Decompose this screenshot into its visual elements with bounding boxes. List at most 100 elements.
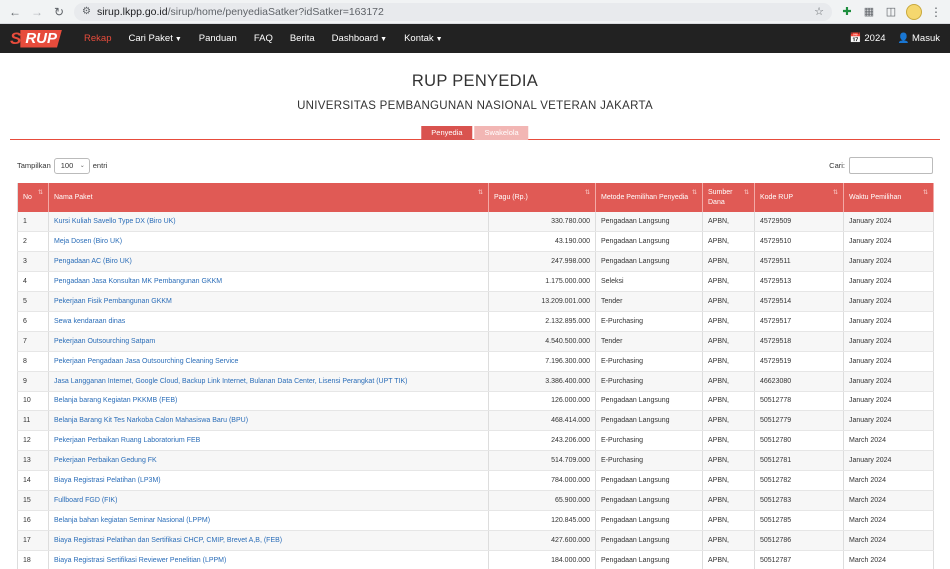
table-row: 13 Pekerjaan Perbaikan Gedung FK 514.709.0… [17,450,934,472]
header-kode-rup[interactable]: Kode RUP ⇅ [754,183,844,212]
cell-sumber-dana: APBN, [702,510,755,531]
cell-kode-rup: 45729510 [754,231,844,253]
cell-sumber-dana: APBN, [702,450,755,472]
sort-icon: ⇅ [832,190,838,196]
cell-nama-paket[interactable]: Kursi Kuliah Savello Type DX (Biro UK) [48,212,489,233]
cell-nama-paket[interactable]: Biaya Registrasi Pelatihan dan Sertifika… [48,530,489,551]
forward-icon[interactable]: → [30,5,44,19]
cell-nama-paket[interactable]: Biaya Registrasi Pelatihan (LP3M) [48,470,489,491]
header-nama-paket[interactable]: Nama Paket ⇅ [48,183,489,212]
caret-down-icon: ▼ [380,36,388,43]
cell-nama-paket[interactable]: Pekerjaan Fisik Pembangunan GKKM [48,291,489,312]
tab-penyedia[interactable]: Penyedia [421,126,473,140]
sirup-logo[interactable]: S RUP [10,29,63,49]
header-pagu[interactable]: Pagu (Rp.) ⇅ [488,183,596,212]
menu-faq[interactable]: FAQ [254,33,273,44]
cell-pagu: 7.196.300.000 [488,351,596,372]
cell-waktu: January 2024 [843,251,934,273]
entries-select[interactable]: 100 ⌄ [53,157,90,174]
table-wrapper: No ⇅ Nama Paket ⇅ Pagu (Rp.) ⇅ Metode Pemil… [17,183,934,569]
table-row: 4 Pengadaan Jasa Konsultan MK Pembangunan… [17,271,934,293]
cell-pagu: 184.000.000 [488,550,596,569]
site-info-icon[interactable]: ⚙ [82,6,91,17]
menu-rekap[interactable]: Rekap [84,33,111,44]
cell-sumber-dana: APBN, [702,470,755,491]
cell-sumber-dana: APBN, [702,231,755,253]
cell-nama-paket[interactable]: Belanja barang Kegiatan PKKMB (FEB) [48,391,489,412]
menu-kontak[interactable]: Kontak ▼ [404,33,443,44]
cell-kode-rup: 46623080 [754,371,844,392]
address-bar[interactable]: ⚙ sirup.lkpp.go.id/sirup/home/penyediaSa… [74,2,832,21]
browser-menu-icon[interactable]: ⋮ [930,5,942,19]
main-menu: Rekap Cari Paket ▼ Panduan FAQ Berita Das… [84,33,443,44]
cell-nama-paket[interactable]: Belanja bahan kegiatan Seminar Nasional … [48,510,489,531]
menu-cari-paket[interactable]: Cari Paket ▼ [128,33,181,44]
cell-metode: Pengadaan Langsung [595,212,703,233]
entries-label: entri [92,161,108,170]
cell-pagu: 427.600.000 [488,530,596,551]
year-selector[interactable]: 📅 2024 [850,33,886,44]
cell-metode: E-Purchasing [595,450,703,472]
search-control: Cari: [829,157,933,174]
cell-nama-paket[interactable]: Sewa kendaraan dinas [48,311,489,332]
cell-kode-rup: 45729509 [754,212,844,233]
cell-metode: Pengadaan Langsung [595,231,703,253]
tab-swakelola[interactable]: Swakelola [474,126,529,140]
menu-dashboard[interactable]: Dashboard ▼ [332,33,387,44]
cell-no: 6 [17,311,49,332]
cell-pagu: 243.206.000 [488,430,596,452]
cell-pagu: 247.998.000 [488,251,596,273]
header-waktu[interactable]: Waktu Pemilihan ⇅ [843,183,934,212]
cell-nama-paket[interactable]: Meja Dosen (Biro UK) [48,231,489,253]
table-row: 18 Biaya Registrasi Sertifikasi Reviewer … [17,550,934,569]
table-row: 6 Sewa kendaraan dinas 2.132.895.000 E-Purc… [17,311,934,332]
cell-no: 10 [17,391,49,412]
entries-control: Tampilkan 100 ⌄ entri [17,157,108,174]
navbar-right: 📅 2024 👤 Masuk [850,33,940,44]
cell-no: 2 [17,231,49,253]
header-metode[interactable]: Metode Pemilihan Penyedia ⇅ [595,183,703,212]
cell-nama-paket[interactable]: Fullboard FGD (FIK) [48,490,489,511]
menu-panduan[interactable]: Panduan [199,33,237,44]
back-icon[interactable]: ← [8,5,22,19]
extension-icon[interactable]: ✚ [840,5,854,19]
sort-icon: ⇅ [477,190,483,196]
cell-no: 4 [17,271,49,293]
cell-nama-paket[interactable]: Pekerjaan Perbaikan Gedung FK [48,450,489,472]
cell-kode-rup: 45729514 [754,291,844,312]
cell-metode: E-Purchasing [595,371,703,392]
table-row: 7 Pekerjaan Outsourching Satpam 4.540.500.… [17,331,934,352]
page-subtitle: UNIVERSITAS PEMBANGUNAN NASIONAL VETERAN… [297,100,653,112]
cell-waktu: January 2024 [843,291,934,312]
site-navbar: S RUP Rekap Cari Paket ▼ Panduan FAQ Beri… [0,24,950,53]
cell-metode: Pengadaan Langsung [595,490,703,511]
cell-nama-paket[interactable]: Pekerjaan Pengadaan Jasa Outsourching Cl… [48,351,489,372]
cell-nama-paket[interactable]: Jasa Langganan Internet, Google Cloud, B… [48,371,489,392]
cell-kode-rup: 50512787 [754,550,844,569]
cell-nama-paket[interactable]: Pengadaan Jasa Konsultan MK Pembangunan … [48,271,489,293]
cell-kode-rup: 45729517 [754,311,844,332]
puzzle-extensions-icon[interactable]: ▦ [862,5,876,19]
page-title: RUP PENYEDIA [411,72,539,90]
cell-kode-rup: 50512778 [754,391,844,412]
cell-nama-paket[interactable]: Pengadaan AC (Biro UK) [48,251,489,273]
profile-avatar[interactable] [906,3,922,20]
header-sumber-dana[interactable]: Sumber Dana ⇅ [702,183,755,212]
search-input[interactable] [849,157,933,174]
reload-icon[interactable]: ↻ [52,5,66,19]
cell-nama-paket[interactable]: Pekerjaan Perbaikan Ruang Laboratorium F… [48,430,489,452]
cell-waktu: January 2024 [843,331,934,352]
menu-berita[interactable]: Berita [290,33,315,44]
cell-no: 18 [17,550,49,569]
url-text[interactable]: sirup.lkpp.go.id/sirup/home/penyediaSatk… [97,6,808,18]
cell-nama-paket[interactable]: Biaya Registrasi Sertifikasi Reviewer Pe… [48,550,489,569]
cell-nama-paket[interactable]: Pekerjaan Outsourching Satpam [48,331,489,352]
header-no[interactable]: No ⇅ [17,183,49,212]
cell-nama-paket[interactable]: Belanja Barang Kit Tes Narkoba Calon Mah… [48,410,489,432]
cell-sumber-dana: APBN, [702,271,755,293]
sidebar-icon[interactable]: ◫ [884,5,898,19]
login-link[interactable]: 👤 Masuk [898,33,940,44]
bookmark-star-icon[interactable]: ☆ [814,5,824,18]
cell-sumber-dana: APBN, [702,430,755,452]
login-label: Masuk [912,33,940,44]
